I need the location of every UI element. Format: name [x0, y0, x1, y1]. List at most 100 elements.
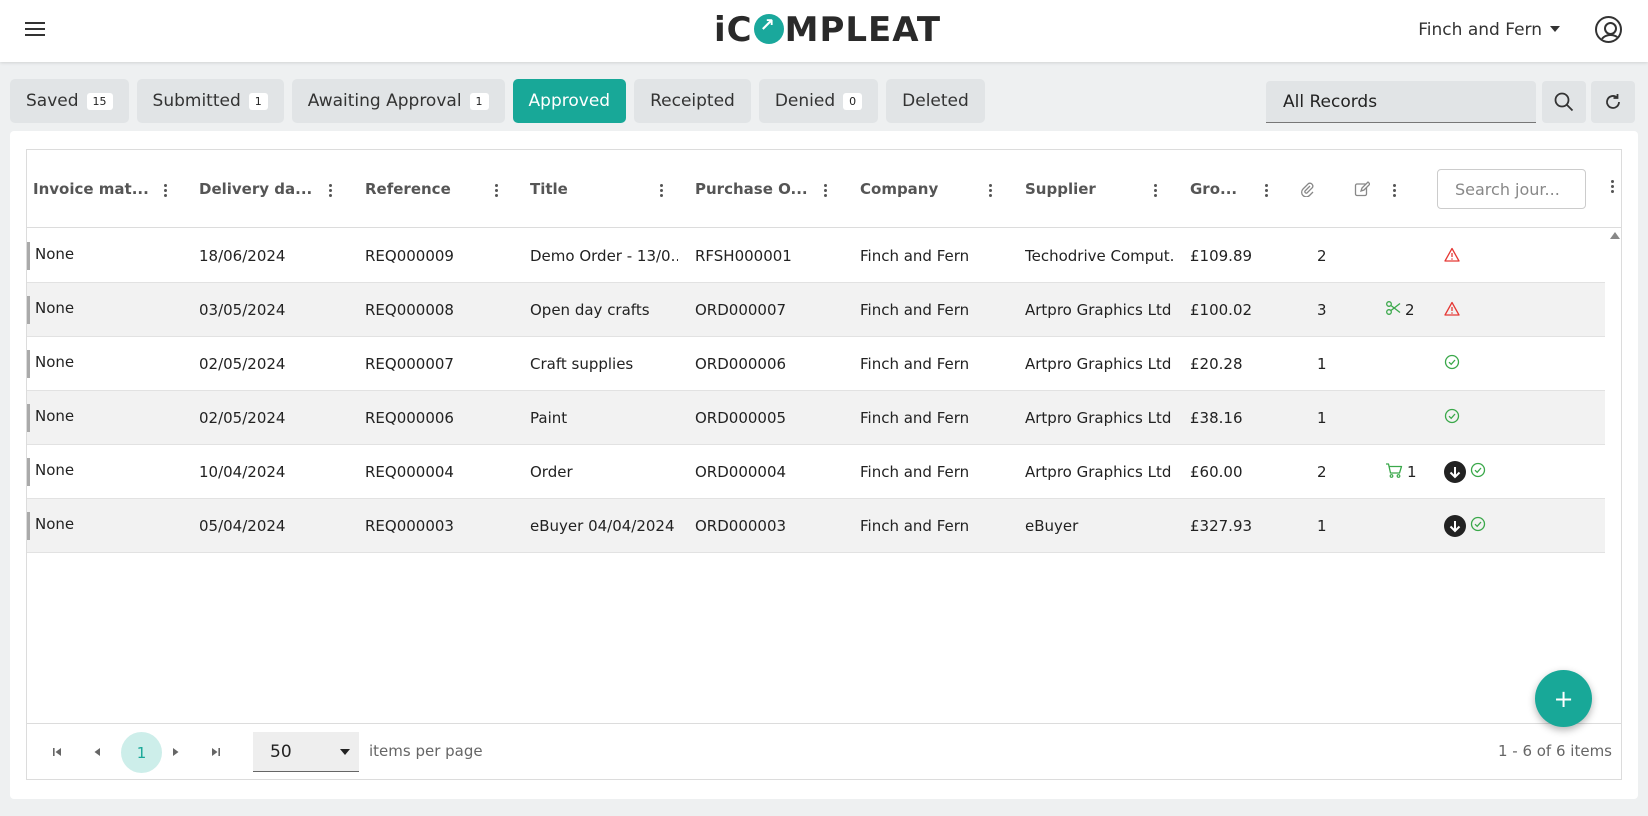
cell-supplier: Techodrive Comput...	[1025, 247, 1175, 265]
tab-receipted[interactable]: Receipted	[634, 79, 751, 123]
table-row[interactable]: None 02/05/2024 REQ000007 Craft supplies ORD…	[27, 337, 1605, 391]
column-menu-icon[interactable]	[1154, 184, 1158, 198]
check-circle-icon	[1470, 462, 1486, 482]
items-per-page-select[interactable]: 50	[253, 732, 359, 772]
column-header-title[interactable]: Title	[530, 150, 648, 228]
user-account-icon[interactable]	[1595, 16, 1622, 43]
column-menu-icon[interactable]	[329, 184, 333, 198]
scroll-up-arrow-icon[interactable]	[1610, 232, 1620, 239]
column-menu-icon[interactable]	[495, 184, 499, 198]
records-grid: Invoice mat... Delivery da... Reference …	[26, 149, 1622, 780]
cell-supplier: Artpro Graphics Ltd	[1025, 409, 1172, 427]
cell-attachments-count: 1	[1317, 517, 1327, 535]
row-extra-indicator[interactable]: 1	[1385, 445, 1417, 499]
items-per-page-label: items per page	[369, 742, 483, 760]
column-header-invoice[interactable]: Invoice mat...	[33, 150, 151, 228]
column-menu-icon[interactable]	[1393, 184, 1397, 198]
cell-supplier: Artpro Graphics Ltd	[1025, 355, 1172, 373]
previous-page-icon	[94, 748, 100, 756]
scissors-icon	[1385, 300, 1401, 320]
next-page-button[interactable]	[166, 742, 186, 762]
records-card: Invoice mat... Delivery da... Reference …	[10, 131, 1638, 799]
tab-label: Receipted	[650, 91, 735, 111]
cell-delivery-date: 02/05/2024	[199, 355, 286, 373]
column-header-purchase-order[interactable]: Purchase O...	[695, 150, 813, 228]
cell-delivery-date: 03/05/2024	[199, 301, 286, 319]
previous-page-button[interactable]	[87, 742, 107, 762]
last-page-button[interactable]	[206, 742, 226, 762]
cell-purchase-order: RFSH000001	[695, 247, 792, 265]
cell-invoice-match: None	[35, 353, 75, 371]
column-menu-icon[interactable]	[989, 184, 993, 198]
column-menu-icon[interactable]	[824, 184, 828, 198]
paperclip-icon	[1301, 182, 1314, 197]
search-button[interactable]	[1542, 81, 1586, 123]
table-row[interactable]: None 03/05/2024 REQ000008 Open day crafts OR…	[27, 283, 1605, 337]
column-menu-icon[interactable]	[660, 184, 664, 198]
column-menu-icon[interactable]	[1611, 180, 1615, 194]
tab-denied[interactable]: Denied 0	[758, 79, 879, 123]
table-row[interactable]: None 10/04/2024 REQ000004 Order ORD000004 Fin…	[27, 445, 1605, 499]
cell-gross: £100.02	[1190, 301, 1253, 319]
menu-icon[interactable]	[25, 22, 45, 38]
cell-gross: £38.16	[1190, 409, 1243, 427]
column-header-attachments[interactable]	[1299, 150, 1315, 228]
cell-company: Finch and Fern	[860, 301, 970, 319]
cell-purchase-order: ORD000004	[695, 463, 787, 481]
journal-search-input[interactable]	[1437, 169, 1586, 209]
edit-icon	[1354, 181, 1370, 197]
cell-invoice-match: None	[35, 299, 75, 317]
cell-reference: REQ000006	[365, 409, 454, 427]
table-row[interactable]: None 18/06/2024 REQ000009 Demo Order - 13/0…	[27, 229, 1605, 283]
column-header-delivery[interactable]: Delivery da...	[199, 150, 317, 228]
cell-title: Order	[530, 463, 573, 481]
column-header-supplier[interactable]: Supplier	[1025, 150, 1143, 228]
cell-reference: REQ000009	[365, 247, 454, 265]
add-record-button[interactable]: +	[1535, 670, 1592, 727]
tab-deleted[interactable]: Deleted	[886, 79, 985, 123]
status-tabs: Saved 15 Submitted 1 Awaiting Approval 1 Appro…	[10, 79, 985, 123]
cell-reference: REQ000004	[365, 463, 454, 481]
first-page-button[interactable]	[47, 742, 67, 762]
cell-company: Finch and Fern	[860, 355, 970, 373]
cell-title: Paint	[530, 409, 568, 427]
first-page-icon	[53, 748, 61, 756]
cell-invoice-match: None	[35, 515, 75, 533]
tab-saved[interactable]: Saved 15	[10, 79, 129, 123]
row-status	[1444, 499, 1486, 553]
table-row[interactable]: None 02/05/2024 REQ000006 Paint ORD000005 Fin…	[27, 391, 1605, 445]
table-row[interactable]: None 05/04/2024 REQ000003 eBuyer 04/04/2024…	[27, 499, 1605, 553]
tab-submitted[interactable]: Submitted 1	[136, 79, 284, 123]
cell-supplier: Artpro Graphics Ltd	[1025, 463, 1172, 481]
cell-delivery-date: 18/06/2024	[199, 247, 286, 265]
row-status	[1444, 229, 1460, 283]
column-header-gross[interactable]: Gro...	[1190, 150, 1242, 228]
refresh-button[interactable]	[1591, 81, 1635, 123]
cell-delivery-date: 05/04/2024	[199, 517, 286, 535]
row-extra-indicator[interactable]: 2	[1385, 283, 1415, 337]
warning-icon	[1444, 247, 1460, 266]
page-number-current[interactable]: 1	[121, 732, 162, 773]
records-filter-select[interactable]: All Records	[1266, 81, 1536, 123]
cell-company: Finch and Fern	[860, 409, 970, 427]
cell-attachments-count: 1	[1317, 409, 1327, 427]
caret-down-icon	[1550, 26, 1560, 32]
cell-reference: REQ000007	[365, 355, 454, 373]
download-icon[interactable]	[1444, 515, 1466, 537]
column-header-notes[interactable]	[1354, 150, 1370, 228]
tab-approved[interactable]: Approved	[512, 79, 627, 123]
column-menu-icon[interactable]	[164, 184, 168, 198]
row-status	[1444, 391, 1460, 445]
tab-awaiting-approval[interactable]: Awaiting Approval 1	[291, 79, 505, 123]
cell-company: Finch and Fern	[860, 463, 970, 481]
search-icon	[1554, 92, 1574, 112]
download-icon[interactable]	[1444, 461, 1466, 483]
cell-supplier: eBuyer	[1025, 517, 1079, 535]
cell-gross: £327.93	[1190, 517, 1253, 535]
column-header-company[interactable]: Company	[860, 150, 978, 228]
cell-purchase-order: ORD000007	[695, 301, 787, 319]
records-rows: None 18/06/2024 REQ000009 Demo Order - 13/0…	[27, 229, 1605, 553]
column-header-reference[interactable]: Reference	[365, 150, 483, 228]
organisation-dropdown[interactable]: Finch and Fern	[1418, 20, 1560, 40]
column-menu-icon[interactable]	[1265, 184, 1269, 198]
